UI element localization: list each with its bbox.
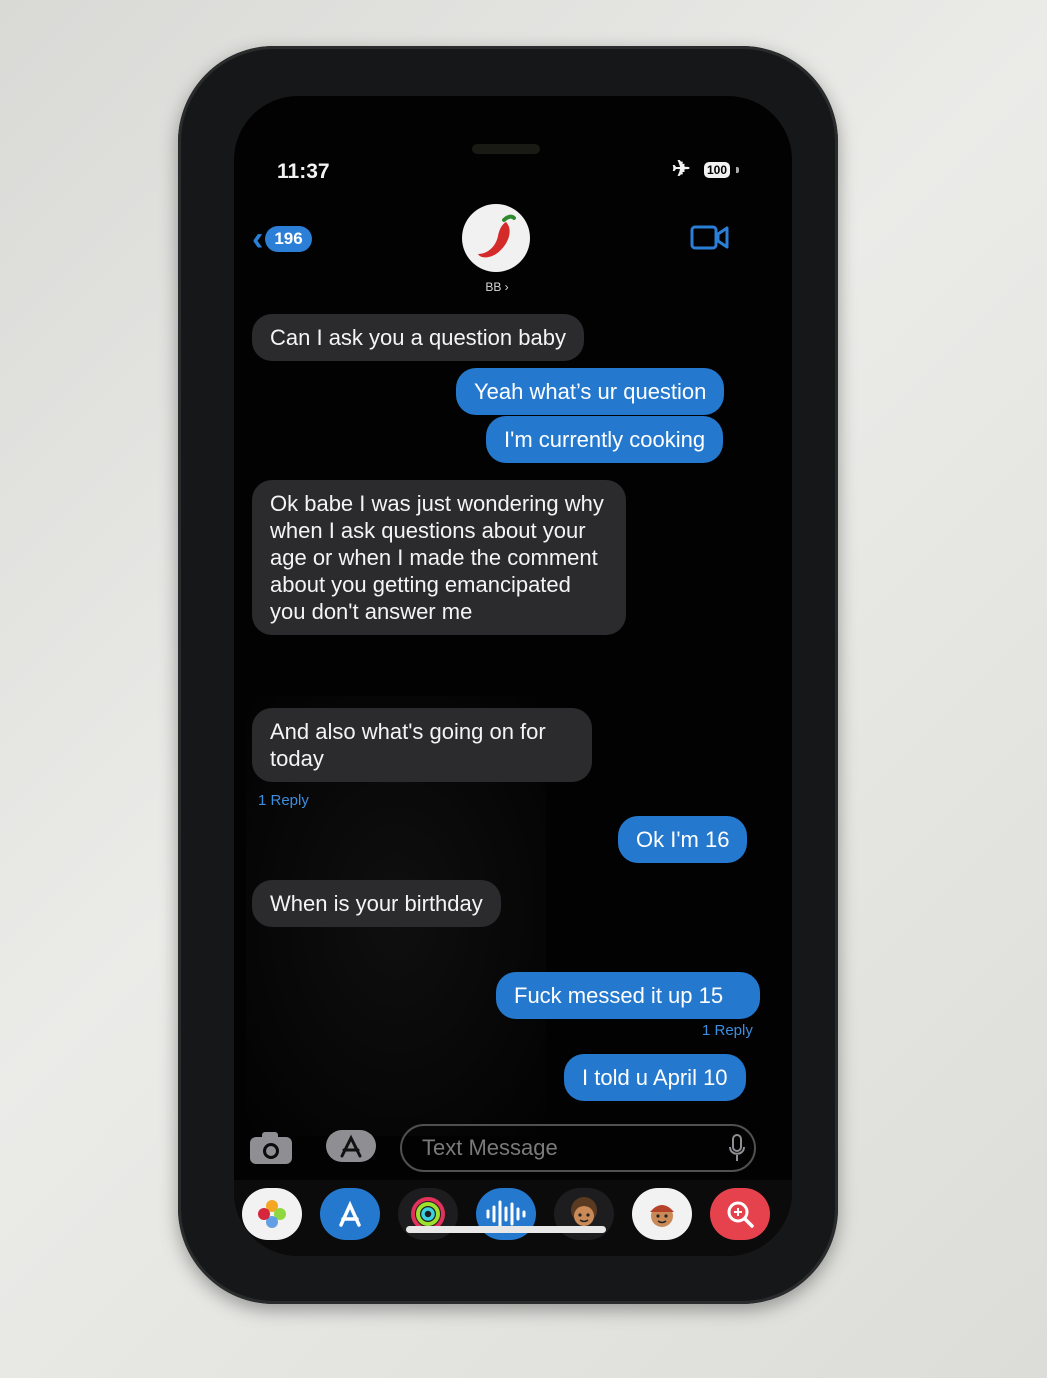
microphone-icon[interactable] [728,1134,746,1167]
dynamic-island [472,144,540,154]
app-store-button-icon[interactable] [324,1126,380,1171]
home-indicator[interactable] [406,1226,606,1233]
contact-name[interactable]: BB › [477,280,517,294]
chevron-left-icon: ‹ [252,220,264,258]
search-images-icon[interactable] [710,1188,770,1240]
message-bubble-incoming[interactable]: And also what's going on for today [252,708,592,782]
message-bubble-outgoing[interactable]: Yeah what’s ur question [456,368,725,415]
camera-icon[interactable] [248,1130,294,1171]
photos-icon[interactable] [242,1188,302,1240]
battery-tip [736,167,739,173]
back-button[interactable]: ‹ 196 [252,220,312,258]
message-bubble-outgoing[interactable]: I told u April 10 [564,1054,746,1101]
unread-count-badge: 196 [265,226,312,252]
thread-reply-link[interactable]: 1 Reply [702,1022,753,1039]
message-bubble-incoming[interactable]: Ok babe I was just wondering why when I … [252,480,626,635]
message-bubble-outgoing[interactable]: Fuck messed it up 15 [496,972,760,1019]
battery-indicator: 100 [704,162,731,178]
phone-device: 11:37 ✈ 100 ‹ 196 BB › Can I ask you a q… [178,46,838,1304]
memoji-sticker-icon[interactable] [632,1188,692,1240]
thread-reply-link[interactable]: 1 Reply [258,792,309,809]
message-text-field[interactable]: Text Message [400,1124,756,1172]
status-time: 11:37 [277,160,330,183]
messages-screen: 11:37 ✈ 100 ‹ 196 BB › Can I ask you a q… [234,96,792,1256]
app-store-icon[interactable] [320,1188,380,1240]
contact-avatar[interactable] [462,204,530,272]
message-bubble-incoming[interactable]: Can I ask you a question baby [252,314,584,361]
message-bubble-outgoing[interactable]: I'm currently cooking [486,416,724,463]
airplane-mode-icon: ✈ [672,156,691,181]
compose-bar: Text Message [248,1124,778,1176]
message-bubble-outgoing[interactable]: Ok I'm 16 [618,816,748,863]
message-bubble-incoming[interactable]: When is your birthday [252,880,501,927]
chili-pepper-icon [478,214,516,258]
facetime-video-icon[interactable] [690,224,730,257]
